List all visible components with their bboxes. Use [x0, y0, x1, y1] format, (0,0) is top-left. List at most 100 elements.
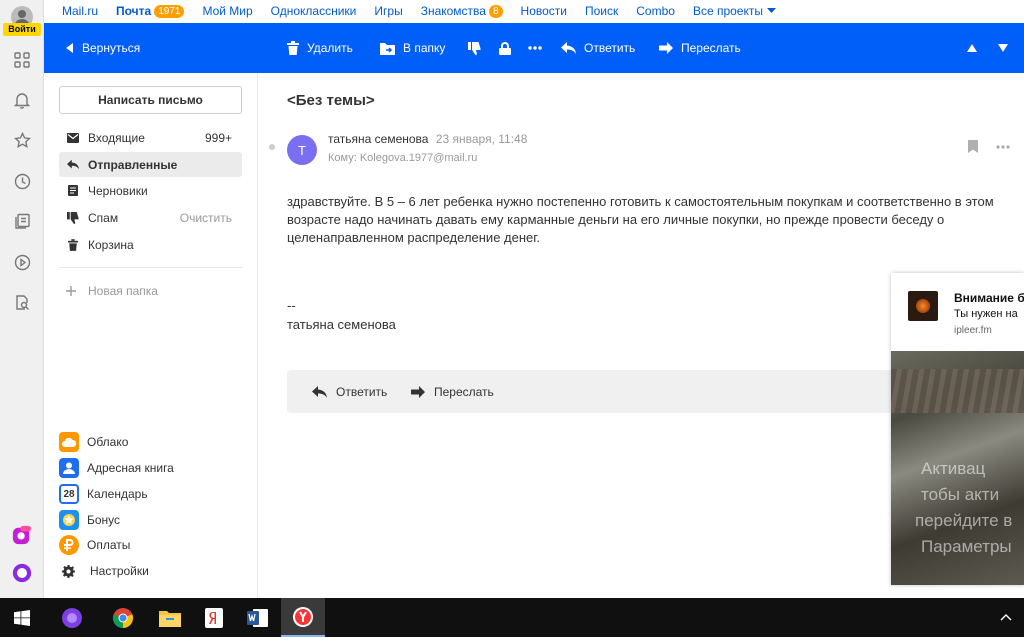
nav-link-news[interactable]: Новости — [521, 4, 567, 18]
compose-button[interactable]: Написать письмо — [59, 86, 242, 114]
previous-message-button[interactable] — [967, 23, 977, 73]
quick-reply-button[interactable]: Ответить — [312, 370, 387, 413]
move-to-folder-button[interactable]: В папку — [380, 23, 445, 73]
yandex-browser-icon[interactable] — [281, 598, 325, 637]
message-toolbar: Вернуться Удалить В папку Ответить Перес… — [44, 23, 1024, 73]
dating-count-badge: 8 — [488, 4, 503, 18]
nav-link-all-projects[interactable]: Все проекты — [693, 4, 776, 18]
folder-drafts[interactable]: Черновики — [59, 178, 242, 203]
reply-icon — [561, 42, 576, 54]
clear-spam-button[interactable]: Очистить — [180, 211, 232, 225]
activation-watermark-line-1: Активац — [921, 459, 986, 478]
chrome-icon[interactable] — [101, 598, 145, 637]
clock-icon[interactable] — [12, 171, 32, 191]
sidebar-divider — [59, 267, 242, 268]
portal-nav: Mail.ru Почта 1971 Мой Мир Одноклассники … — [44, 0, 1024, 22]
contacts-icon — [59, 458, 79, 478]
folder-sent[interactable]: Отправленные — [59, 152, 242, 177]
bell-icon[interactable] — [12, 90, 32, 110]
spam-button[interactable] — [468, 23, 481, 73]
notification-text: Ты нужен на — [954, 308, 1018, 320]
sidebar: Написать письмо Входящие 999+ Отправленн… — [44, 73, 258, 598]
message-subject: <Без темы> — [287, 92, 375, 109]
folder-inbox[interactable]: Входящие 999+ — [59, 125, 242, 150]
gear-icon — [62, 564, 76, 578]
service-calendar[interactable]: 28 Календарь — [59, 483, 148, 505]
file-explorer-icon[interactable] — [148, 598, 192, 637]
folder-trash[interactable]: Корзина — [59, 232, 242, 257]
reply-button[interactable]: Ответить — [561, 23, 635, 73]
activation-watermark-line-4: Параметры — [921, 537, 1012, 556]
left-rail: Войти — [0, 0, 44, 598]
next-message-button[interactable] — [998, 23, 1008, 73]
yandex-icon[interactable] — [192, 598, 236, 637]
payments-icon — [59, 535, 79, 555]
nav-link-mail[interactable]: Почта 1971 — [116, 4, 185, 18]
service-bonus[interactable]: Бонус — [59, 509, 120, 531]
service-contacts[interactable]: Адресная книга — [59, 457, 174, 479]
marusia-app-icon[interactable] — [12, 525, 32, 545]
activation-watermark-line-3: перейдите в — [915, 511, 1013, 530]
sender-name[interactable]: татьяна семенова — [328, 132, 428, 146]
message-body: здравствуйте. В 5 – 6 лет ребенка нужно … — [287, 194, 994, 245]
forward-icon — [659, 42, 673, 54]
drafts-icon — [67, 185, 79, 196]
nav-link-search[interactable]: Поиск — [585, 4, 618, 18]
nav-link-mailru[interactable]: Mail.ru — [62, 4, 98, 18]
more-icon[interactable] — [996, 144, 1010, 149]
arrow-left-icon — [66, 43, 73, 53]
nav-link-games[interactable]: Игры — [374, 4, 402, 18]
bonus-icon — [59, 510, 79, 530]
dislike-icon — [468, 41, 481, 55]
trash-icon — [287, 41, 299, 55]
lock-button[interactable] — [499, 23, 511, 73]
service-settings[interactable]: Настройки — [62, 560, 149, 582]
forward-button[interactable]: Переслать — [659, 23, 741, 73]
new-folder-button[interactable]: Новая папка — [66, 284, 158, 298]
folder-move-icon — [380, 42, 395, 55]
calendar-icon: 28 — [59, 484, 79, 504]
spam-icon — [67, 211, 79, 224]
apps-grid-icon[interactable] — [12, 50, 32, 70]
windows-start-icon[interactable] — [0, 598, 44, 637]
forward-icon — [411, 385, 425, 398]
search-doc-icon[interactable] — [12, 292, 32, 312]
signature-separator: -- — [287, 298, 296, 313]
message-header-actions — [968, 140, 1010, 153]
tray-chevron-up-icon[interactable] — [1000, 609, 1012, 624]
windows-taskbar — [0, 598, 1024, 637]
cloud-icon — [59, 432, 79, 452]
notification-title: Внимание б — [954, 291, 1024, 305]
back-button[interactable]: Вернуться — [66, 23, 140, 73]
nav-link-dating[interactable]: Знакомства 8 — [421, 4, 503, 18]
chevron-down-icon — [767, 8, 776, 13]
alice-icon[interactable] — [50, 598, 94, 637]
sent-icon — [67, 159, 79, 170]
arrow-down-icon — [998, 44, 1008, 52]
plus-icon — [66, 286, 76, 296]
service-payments[interactable]: Оплаты — [59, 534, 130, 556]
alice-icon[interactable] — [12, 563, 32, 583]
nav-link-combo[interactable]: Combo — [636, 4, 675, 18]
folder-spam[interactable]: Спам Очистить — [59, 205, 242, 230]
trash-icon — [67, 238, 79, 251]
unread-dot[interactable] — [269, 144, 275, 150]
star-icon[interactable] — [12, 130, 32, 150]
word-icon[interactable] — [236, 598, 280, 637]
nav-link-ok[interactable]: Одноклассники — [271, 4, 357, 18]
service-cloud[interactable]: Облако — [59, 431, 128, 453]
login-button[interactable]: Войти — [3, 23, 41, 36]
delete-button[interactable]: Удалить — [287, 23, 353, 73]
bookmark-icon[interactable] — [968, 140, 978, 153]
more-button[interactable] — [528, 23, 542, 73]
push-notification[interactable]: Внимание б Ты нужен на ipleer.fm Активац… — [891, 273, 1024, 585]
message-date: 23 января, 11:48 — [435, 132, 528, 146]
activation-watermark-line-2: тобы акти — [921, 485, 1000, 504]
notification-app-icon — [908, 291, 938, 321]
recipient-line: Кому: Kolegova.1977@mail.ru — [328, 152, 478, 164]
notification-image-detail — [891, 369, 1024, 413]
nav-link-myworld[interactable]: Мой Мир — [202, 4, 252, 18]
quick-forward-button[interactable]: Переслать — [411, 370, 494, 413]
play-icon[interactable] — [12, 252, 32, 272]
documents-icon[interactable] — [12, 211, 32, 231]
